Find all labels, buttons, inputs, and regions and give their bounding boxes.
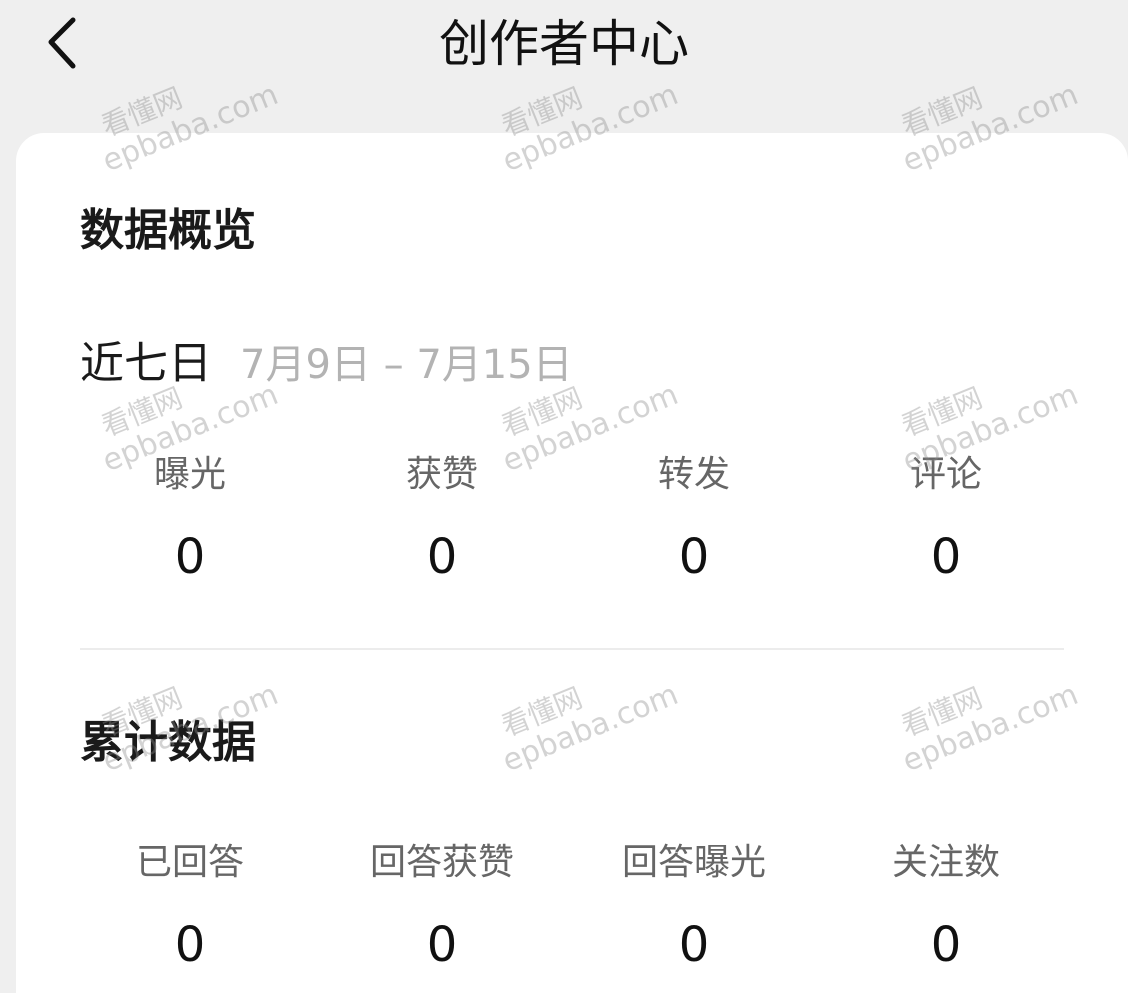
nav-bar: 创作者中心 [0,0,1128,132]
stat-value: 0 [930,529,962,585]
stat-value: 0 [930,917,962,973]
stat-likes[interactable]: 获赞 0 [316,451,568,589]
stat-value: 0 [174,917,206,973]
stat-label: 回答获赞 [369,842,514,883]
stat-comments[interactable]: 评论 0 [820,451,1072,589]
cumulative-stats: 已回答 0 回答获赞 0 回答曝光 0 关注数 0 [64,839,1072,977]
stat-label: 关注数 [891,842,1000,883]
stat-exposure[interactable]: 曝光 0 [64,451,316,589]
stat-label: 曝光 [153,454,226,495]
range-dates: 7月9日 – 7月15日 [240,342,573,388]
section-divider [80,648,1064,650]
stats-card: 数据概览 近七日 7月9日 – 7月15日 曝光 0 获赞 0 转发 0 评论 … [16,133,1128,993]
stat-label: 获赞 [405,454,478,495]
stat-answer-exposure[interactable]: 回答曝光 0 [568,839,820,977]
stat-shares[interactable]: 转发 0 [568,451,820,589]
stat-value: 0 [426,529,458,585]
stat-label: 转发 [657,454,730,495]
cumulative-title: 累计数据 [80,717,256,768]
page-title: 创作者中心 [439,15,689,73]
stat-value: 0 [678,529,710,585]
overview-title: 数据概览 [80,205,256,256]
date-range-row: 近七日 7月9日 – 7月15日 [80,327,573,389]
stat-value: 0 [174,529,206,585]
range-label: 近七日 [80,338,212,389]
overview-stats: 曝光 0 获赞 0 转发 0 评论 0 [64,451,1072,589]
stat-label: 评论 [909,454,982,495]
stat-answer-likes[interactable]: 回答获赞 0 [316,839,568,977]
stat-answered[interactable]: 已回答 0 [64,839,316,977]
stat-label: 回答曝光 [621,842,766,883]
stat-followers[interactable]: 关注数 0 [820,839,1072,977]
stat-value: 0 [678,917,710,973]
stat-value: 0 [426,917,458,973]
stat-label: 已回答 [135,842,244,883]
